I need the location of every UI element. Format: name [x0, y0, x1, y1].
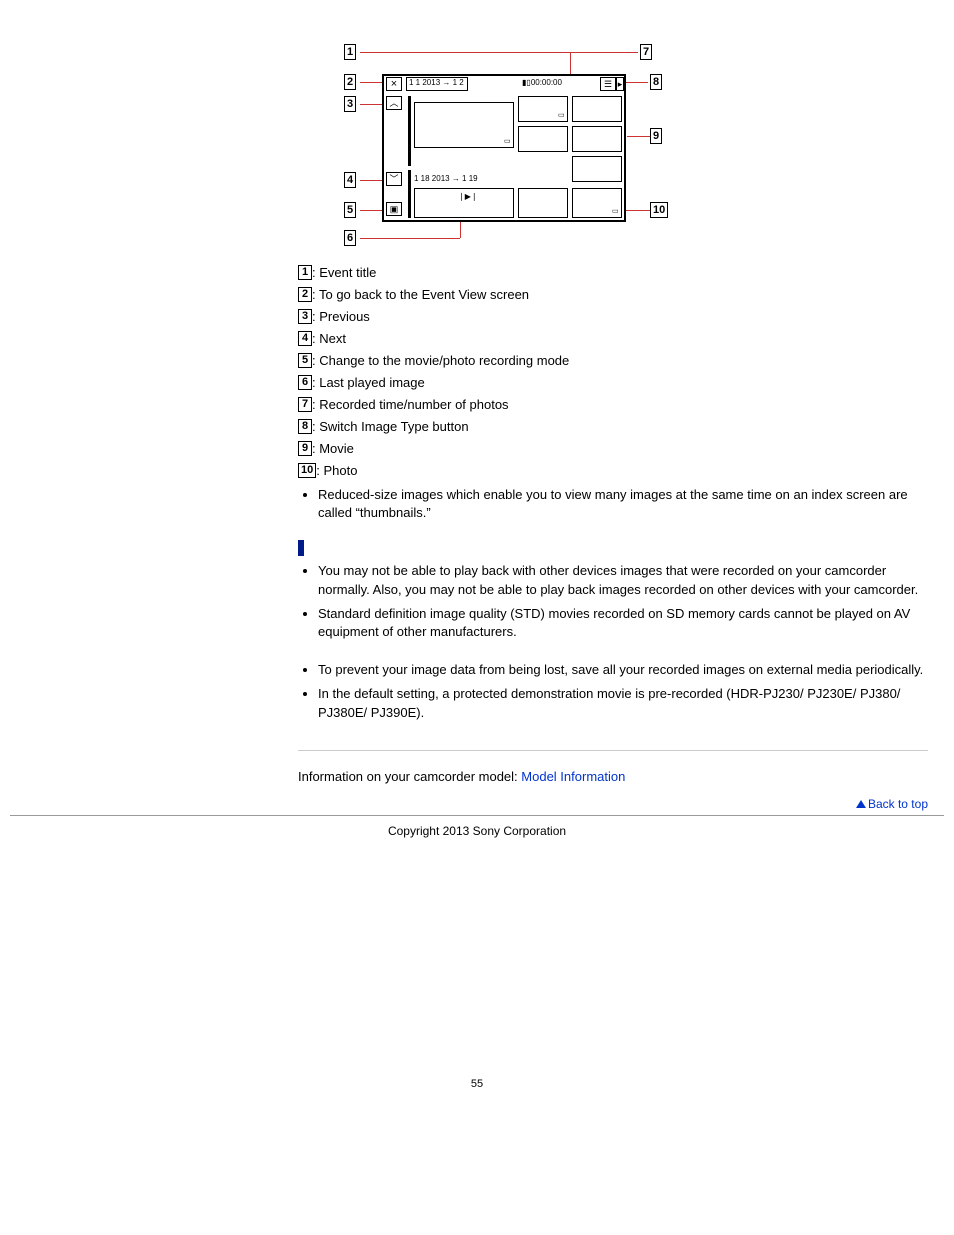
- list-item: Standard definition image quality (STD) …: [318, 605, 928, 641]
- separator: [298, 750, 928, 751]
- legend-num: 8: [298, 419, 312, 434]
- legend-row: 8: Switch Image Type button: [298, 418, 928, 436]
- camera-icon: ▣: [386, 202, 402, 216]
- thumb-movie-large: [414, 102, 514, 148]
- legend-num: 9: [298, 441, 312, 456]
- legend-row: 1: Event title: [298, 264, 928, 282]
- list-item: You may not be able to play back with ot…: [318, 562, 928, 598]
- legend-text: : Event title: [312, 265, 376, 280]
- legend-text: : Movie: [312, 441, 354, 456]
- legend-num: 10: [298, 463, 316, 478]
- legend-text: : Photo: [316, 463, 357, 478]
- legend-text: : To go back to the Event View screen: [312, 287, 529, 302]
- legend-row: 4: Next: [298, 330, 928, 348]
- callout-5: 5: [344, 202, 356, 218]
- divider: [408, 170, 411, 218]
- legend-num: 6: [298, 375, 312, 390]
- thumb-movie-4: [572, 126, 622, 152]
- thumb-movie-2: [572, 96, 622, 122]
- callout-9: 9: [650, 128, 662, 144]
- legend-num: 3: [298, 309, 312, 324]
- model-information-link[interactable]: Model Information: [521, 769, 625, 784]
- list-item: In the default setting, a protected demo…: [318, 685, 928, 721]
- movie-badge-icon: ▭: [504, 137, 511, 145]
- movie-badge-icon: ▭: [558, 111, 565, 119]
- list-item: Reduced-size images which enable you to …: [318, 486, 928, 522]
- previous-icon: ︿: [386, 96, 402, 110]
- event-index-diagram: 1 2 3 4 5 6 7 8 9 10 × 1 1 2013 → 1 2 ▮▯…: [322, 40, 662, 250]
- callout-8: 8: [650, 74, 662, 90]
- note-bar: [298, 540, 928, 556]
- photo-badge-icon: ▭: [612, 207, 619, 215]
- image-type-arrow-icon: ▸: [616, 77, 624, 91]
- callout-3: 3: [344, 96, 356, 112]
- legend-text: : Previous: [312, 309, 370, 324]
- play-icon: ❘▶❘: [458, 192, 478, 201]
- event-date-top: 1 1 2013 → 1 2: [409, 78, 464, 87]
- notes-a: Reduced-size images which enable you to …: [298, 486, 928, 522]
- legend-num: 7: [298, 397, 312, 412]
- notes-b: You may not be able to play back with ot…: [298, 562, 928, 641]
- next-icon: ﹀: [386, 172, 402, 186]
- callout-4: 4: [344, 172, 356, 188]
- legend-text: : Switch Image Type button: [312, 419, 469, 434]
- thumb-movie-3: [518, 126, 568, 152]
- recorded-time: ▮▯00:00:00: [522, 78, 562, 87]
- close-icon: ×: [386, 77, 402, 91]
- callout-2: 2: [344, 74, 356, 90]
- legend-row: 5: Change to the movie/photo recording m…: [298, 352, 928, 370]
- callout-10: 10: [650, 202, 668, 218]
- legend-text: : Next: [312, 331, 346, 346]
- image-type-icon: ☰: [600, 77, 616, 91]
- legend-text: : Change to the movie/photo recording mo…: [312, 353, 569, 368]
- legend-num: 5: [298, 353, 312, 368]
- triangle-up-icon: [856, 800, 866, 808]
- thumb-photo-1: [518, 188, 568, 218]
- callout-1: 1: [344, 44, 356, 60]
- back-to-top: Back to top: [298, 796, 928, 811]
- legend-num: 1: [298, 265, 312, 280]
- callout-7: 7: [640, 44, 652, 60]
- legend-row: 2: To go back to the Event View screen: [298, 286, 928, 304]
- notes-c: To prevent your image data from being lo…: [298, 661, 928, 722]
- page-number: 55: [10, 1078, 944, 1090]
- legend-num: 2: [298, 287, 312, 302]
- legend-row: 7: Recorded time/number of photos: [298, 396, 928, 414]
- legend-text: : Last played image: [312, 375, 425, 390]
- legend-row: 9: Movie: [298, 440, 928, 458]
- legend-row: 6: Last played image: [298, 374, 928, 392]
- legend-row: 3: Previous: [298, 308, 928, 326]
- legend-text: : Recorded time/number of photos: [312, 397, 509, 412]
- bottom-rule: [10, 815, 944, 816]
- divider: [408, 96, 411, 166]
- event-date-bottom: 1 18 2013 → 1 19: [414, 174, 478, 183]
- model-info-line: Information on your camcorder model: Mod…: [298, 769, 928, 784]
- legend-num: 4: [298, 331, 312, 346]
- list-item: To prevent your image data from being lo…: [318, 661, 928, 679]
- thumb-movie-5: [572, 156, 622, 182]
- back-to-top-link[interactable]: Back to top: [856, 797, 928, 811]
- page-content: 1 2 3 4 5 6 7 8 9 10 × 1 1 2013 → 1 2 ▮▯…: [298, 0, 928, 811]
- legend-row: 10: Photo: [298, 462, 928, 480]
- copyright: Copyright 2013 Sony Corporation: [10, 824, 944, 838]
- model-info-prefix: Information on your camcorder model:: [298, 769, 521, 784]
- legend-list: 1: Event title 2: To go back to the Even…: [298, 264, 928, 480]
- callout-6: 6: [344, 230, 356, 246]
